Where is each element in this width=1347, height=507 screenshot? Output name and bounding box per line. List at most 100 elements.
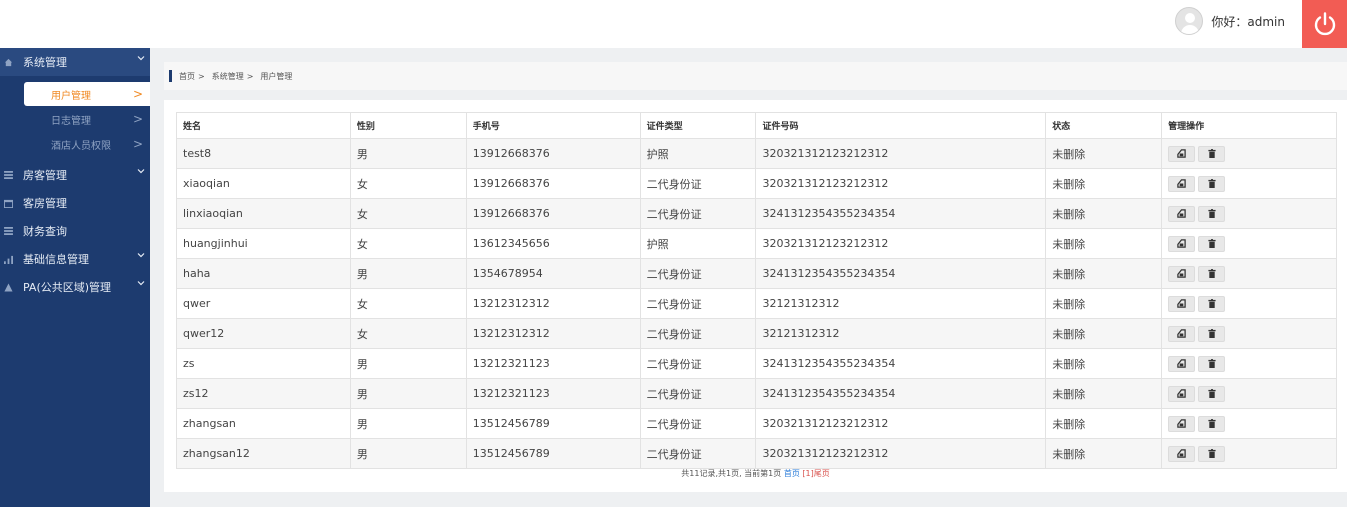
logout-button[interactable] [1302, 0, 1347, 48]
sidebar-item-user-management[interactable]: 用户管理 > [24, 82, 150, 106]
table-cell: 未删除 [1045, 318, 1163, 349]
list-icon [3, 170, 13, 180]
edit-icon [1177, 299, 1186, 308]
table-cell: 32121312312 [755, 318, 1047, 349]
breadcrumb-separator: > [246, 71, 254, 81]
edit-button[interactable] [1168, 205, 1196, 222]
breadcrumb-item-current: 用户管理 [260, 71, 293, 81]
user-area: 你好：admin [1175, 6, 1285, 36]
edit-icon [1177, 329, 1186, 338]
edit-button[interactable] [1168, 235, 1196, 252]
column-header: 状态 [1045, 112, 1163, 139]
trash-icon [1208, 179, 1216, 188]
sidebar-item-hotel-staff-permissions[interactable]: 酒店人员权限 > [24, 132, 150, 156]
table-cell: 二代身份证 [639, 318, 757, 349]
row-actions [1161, 438, 1337, 469]
nav-group-label: 房客管理 [23, 169, 67, 182]
table-row: haha 男 1354678954 二代身份证 3241312354355234354 未… [176, 258, 1337, 289]
edit-icon [1177, 149, 1186, 158]
nav-group-basic-info[interactable]: 基础信息管理 [0, 245, 150, 273]
table-cell: 护照 [639, 228, 757, 259]
delete-button[interactable] [1198, 355, 1226, 372]
table-row: xiaoqian 女 13912668376 二代身份证 320321312123212… [176, 168, 1337, 199]
nav-group-system[interactable]: 系统管理 [0, 48, 150, 76]
nav-group-label: 财务查询 [23, 225, 67, 238]
table-cell: 13212321123 [465, 348, 641, 379]
table-row: zhangsan12 男 13512456789 二代身份证 3203213121232… [176, 438, 1337, 469]
trash-icon [1208, 449, 1216, 458]
table-cell: 13612345656 [465, 228, 641, 259]
nav-group-finance[interactable]: 财务查询 [0, 217, 150, 245]
table-cell: 二代身份证 [639, 438, 757, 469]
sidebar-item-label: 日志管理 [51, 115, 91, 127]
last-page-link[interactable]: 尾页 [814, 469, 830, 478]
table-row: qwer 女 13212312312 二代身份证 32121312312 未删除 [176, 288, 1337, 319]
top-header: 你好：admin [0, 0, 1347, 48]
table-cell: 未删除 [1045, 348, 1163, 379]
delete-button[interactable] [1198, 235, 1226, 252]
table-cell: 二代身份证 [639, 378, 757, 409]
table-cell: huangjinhui [176, 228, 351, 259]
nav-group-public-area[interactable]: PA(公共区域)管理 [0, 273, 150, 301]
content-panel: 姓名 性别 手机号 证件类型 证件号码 状态 管理操作 test8 男 139126… [164, 100, 1347, 492]
delete-button[interactable] [1198, 145, 1226, 162]
table-cell: 未删除 [1045, 138, 1163, 169]
avatar[interactable] [1175, 7, 1204, 35]
table-cell: 男 [349, 138, 467, 169]
table-cell: 未删除 [1045, 228, 1163, 259]
table-row: linxiaoqian 女 13912668376 二代身份证 324131235435… [176, 198, 1337, 229]
edit-button[interactable] [1168, 355, 1196, 372]
pagination: 共11记录,共1页, 当前第1页 首页 [1]尾页 [164, 468, 1347, 479]
edit-button[interactable] [1168, 295, 1196, 312]
table-row: zs 男 13212321123 二代身份证 3241312354355234354 未删… [176, 348, 1337, 379]
table-cell: 二代身份证 [639, 168, 757, 199]
table-row: test8 男 13912668376 护照 320321312123212312 未删除 [176, 138, 1337, 169]
delete-button[interactable] [1198, 265, 1226, 282]
table-cell: zhangsan12 [176, 438, 351, 469]
table-cell: 未删除 [1045, 378, 1163, 409]
delete-button[interactable] [1198, 415, 1226, 432]
table-cell: 3241312354355234354 [755, 258, 1047, 289]
table-cell: 3241312354355234354 [755, 348, 1047, 379]
table-cell: 护照 [639, 138, 757, 169]
table-cell: test8 [176, 138, 351, 169]
delete-button[interactable] [1198, 205, 1226, 222]
pagination-summary: 共11记录,共1页, 当前第1页 [681, 469, 782, 478]
column-header: 证件号码 [755, 112, 1047, 139]
table-cell: 13912668376 [465, 168, 641, 199]
edit-button[interactable] [1168, 175, 1196, 192]
nav-group-label: 基础信息管理 [23, 253, 89, 266]
table-cell: 未删除 [1045, 288, 1163, 319]
row-actions [1161, 168, 1337, 199]
delete-button[interactable] [1198, 385, 1226, 402]
table-cell: zs [176, 348, 351, 379]
trash-icon [1208, 269, 1216, 278]
sidebar-item-log-management[interactable]: 日志管理 > [24, 107, 150, 131]
nav-group-label: 客房管理 [23, 197, 67, 210]
delete-button[interactable] [1198, 175, 1226, 192]
delete-button[interactable] [1198, 325, 1226, 342]
delete-button[interactable] [1198, 445, 1226, 462]
edit-button[interactable] [1168, 415, 1196, 432]
delete-button[interactable] [1198, 295, 1226, 312]
table-cell: 未删除 [1045, 198, 1163, 229]
edit-button[interactable] [1168, 445, 1196, 462]
table-cell: 女 [349, 198, 467, 229]
table-cell: 13212321123 [465, 378, 641, 409]
table-cell: 二代身份证 [639, 258, 757, 289]
table-cell: 未删除 [1045, 258, 1163, 289]
table-cell: 女 [349, 318, 467, 349]
nav-group-room[interactable]: 客房管理 [0, 189, 150, 217]
nav-group-guest[interactable]: 房客管理 [0, 161, 150, 189]
current-page-link[interactable]: [1] [802, 469, 813, 478]
edit-button[interactable] [1168, 145, 1196, 162]
first-page-link[interactable]: 首页 [784, 469, 800, 478]
edit-button[interactable] [1168, 265, 1196, 282]
edit-button[interactable] [1168, 385, 1196, 402]
table-cell: haha [176, 258, 351, 289]
table-cell: 13212312312 [465, 288, 641, 319]
breadcrumb-item-system[interactable]: 系统管理 [212, 71, 244, 82]
edit-button[interactable] [1168, 325, 1196, 342]
breadcrumb-item-home[interactable]: 首页 [179, 71, 195, 82]
table-cell: 未删除 [1045, 438, 1163, 469]
